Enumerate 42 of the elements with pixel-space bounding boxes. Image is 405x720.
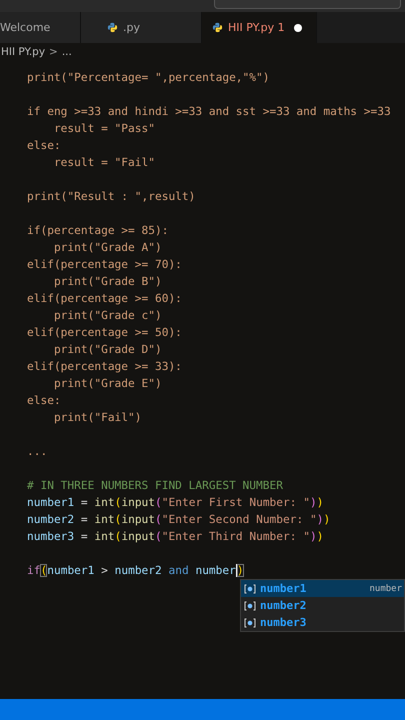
editor-tab[interactable]: HII PY.py 1	[202, 12, 317, 43]
code-line: else:	[27, 394, 61, 407]
code-line: ...	[27, 445, 48, 458]
code-line: result = "Fail"	[52, 156, 155, 169]
code-line: print("Percentage= ",percentage,"%")	[27, 71, 270, 84]
code-line: elif(percentage >= 33):	[27, 360, 182, 373]
variable-icon	[244, 600, 256, 610]
code-line: print("Grade D")	[52, 343, 162, 356]
editor-tab[interactable]: Welcome	[0, 12, 81, 43]
code-line: else:	[27, 139, 61, 152]
code-line: if(percentage >= 85):	[27, 224, 168, 237]
breadcrumb-item[interactable]: ...	[62, 46, 72, 58]
tab-label: HII PY.py 1	[228, 21, 285, 34]
suggestion-item[interactable]: number3	[241, 614, 404, 631]
variable-icon	[244, 618, 256, 628]
tab-label: Welcome	[0, 21, 50, 34]
code-line: elif(percentage >= 50):	[27, 326, 182, 339]
code-line: number2 = int(input("Enter Second Number: "))	[27, 513, 330, 526]
editor-tab[interactable]: .py	[81, 12, 202, 43]
code-line: number3 = int(input("Enter Third Number: "))	[27, 530, 324, 543]
code-line: if eng >=33 and hindi >=33 and sst >=33 and maths >=33	[27, 105, 391, 118]
code-line: print("Grade c")	[52, 309, 162, 322]
code-line: print("Fail")	[52, 411, 142, 424]
code-line: elif(percentage >= 60):	[27, 292, 182, 305]
code-line: number1 = int(input("Enter First Number: "))	[27, 496, 324, 509]
code-line: print("Result : ",result)	[27, 190, 196, 203]
code-line: result = "Pass"	[52, 122, 155, 135]
breadcrumb-separator: >	[49, 46, 58, 58]
code-line: if(number1 > number2 and number)	[27, 564, 244, 577]
breadcrumb-file[interactable]: HII PY.py	[1, 46, 46, 58]
variable-icon	[244, 584, 256, 594]
code-line: print("Grade B")	[52, 275, 162, 288]
code-line: elif(percentage >= 70):	[27, 258, 182, 271]
code-line: print("Grade E")	[52, 377, 162, 390]
python-icon	[212, 22, 223, 33]
code-line: # IN THREE NUMBERS FIND LARGEST NUMBER	[27, 479, 283, 492]
python-icon	[107, 22, 118, 33]
suggestion-detail: number	[369, 584, 403, 594]
tab-label: .py	[123, 21, 140, 34]
code-line: print("Grade A")	[52, 241, 162, 254]
suggestion-item[interactable]: number2	[241, 597, 404, 614]
suggestion-item[interactable]: number1 number	[241, 580, 404, 597]
